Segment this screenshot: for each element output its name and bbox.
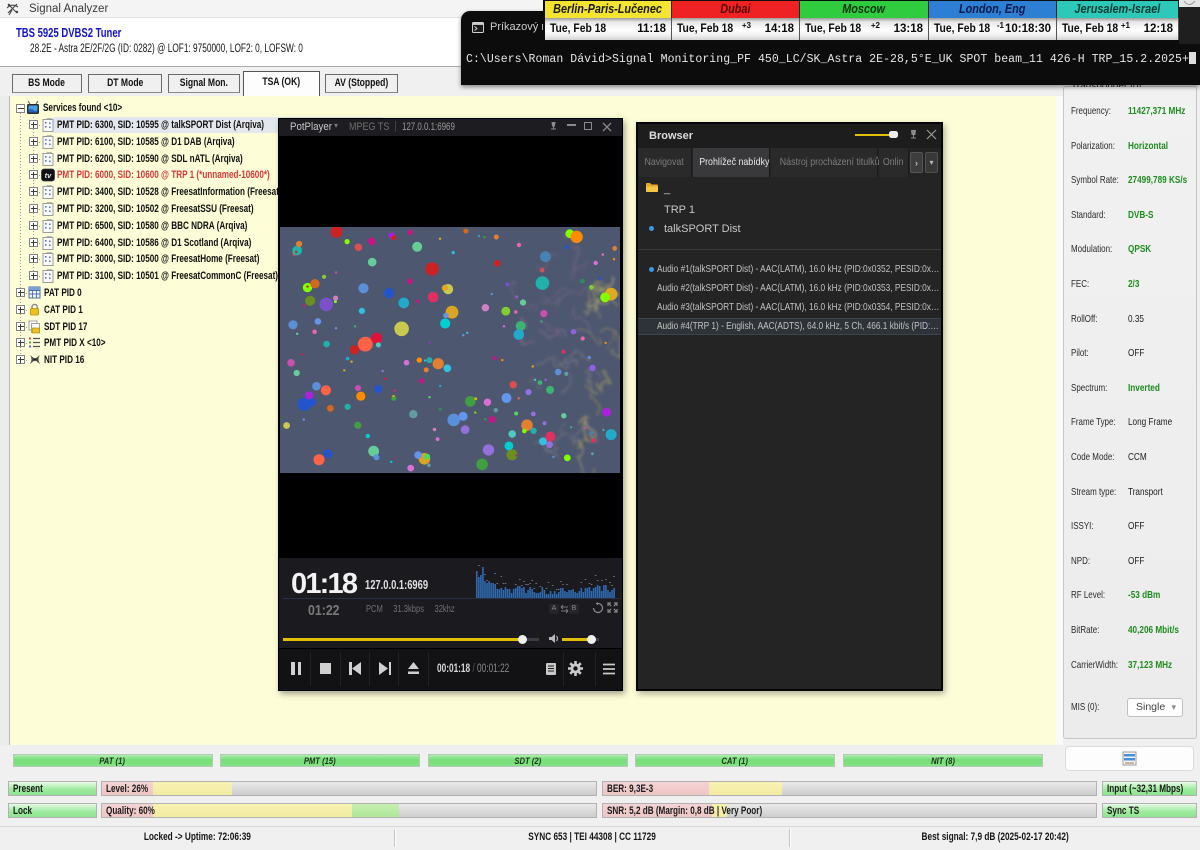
svg-text:tv: tv [45,171,52,180]
